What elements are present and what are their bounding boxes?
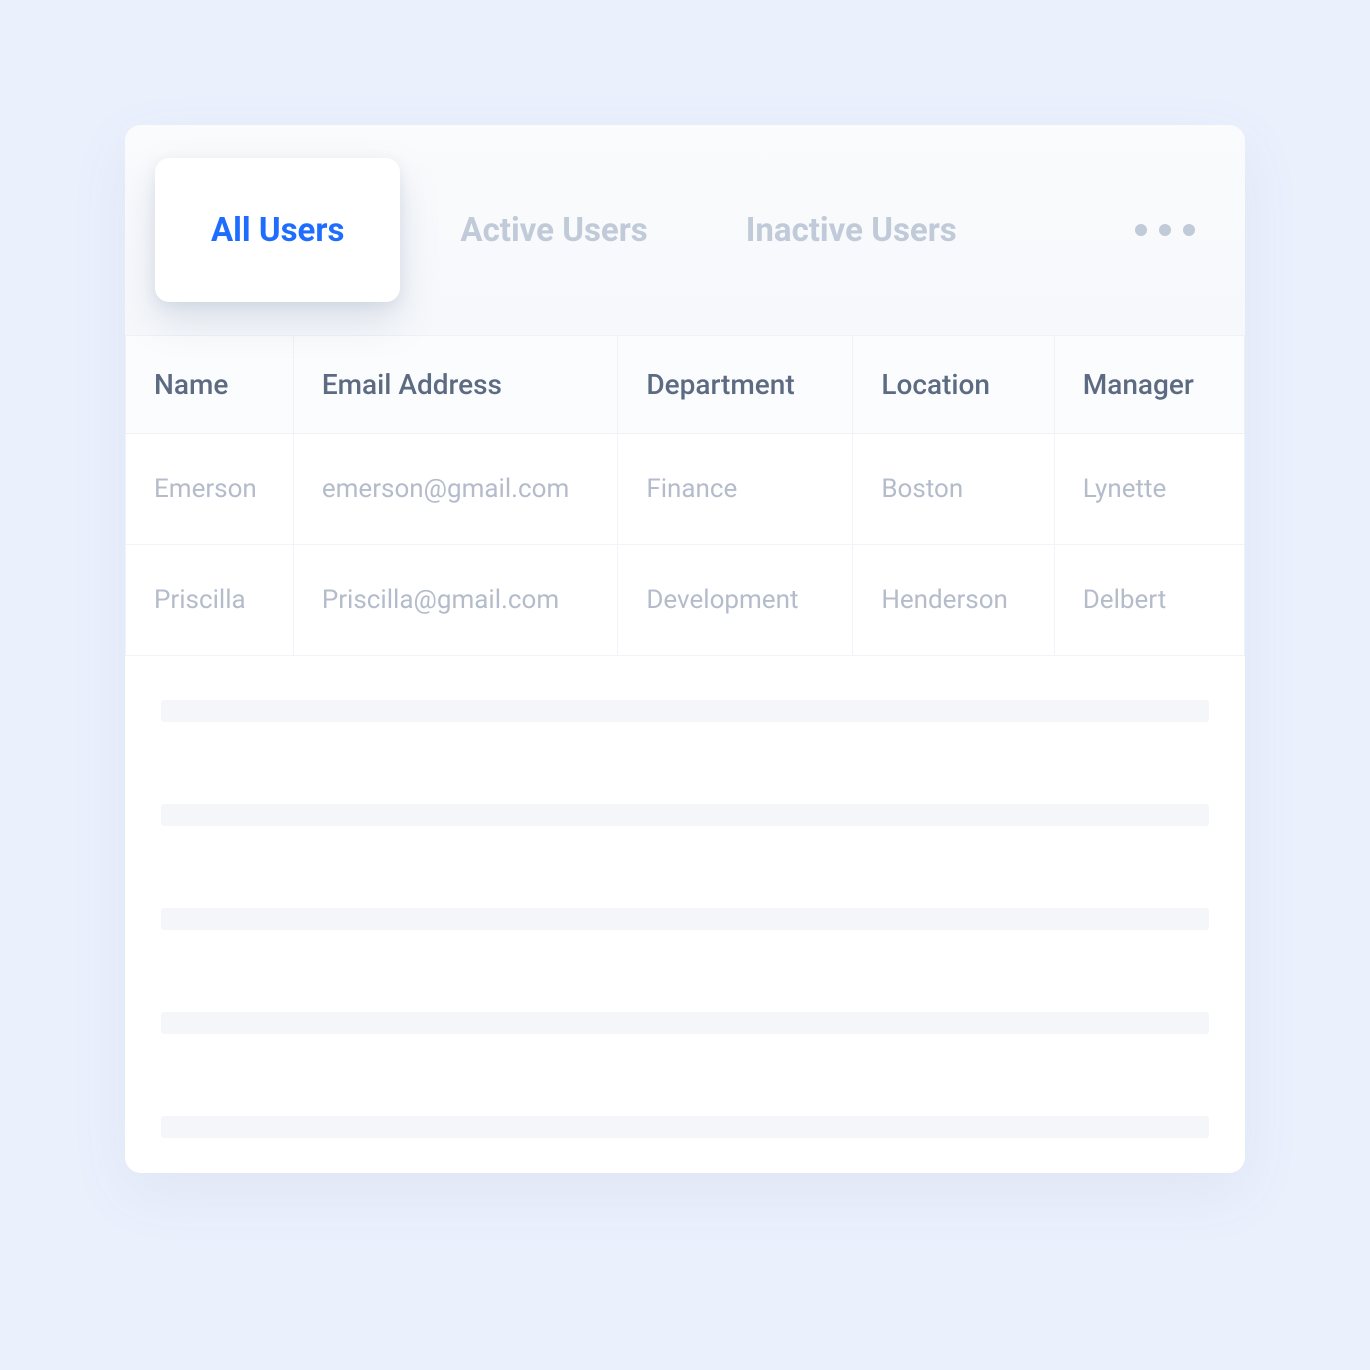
- cell-location: Boston: [853, 434, 1054, 545]
- cell-department: Finance: [618, 434, 853, 545]
- cell-email: Priscilla@gmail.com: [293, 545, 618, 656]
- placeholder-row: [161, 700, 1209, 722]
- col-header-name: Name: [126, 336, 294, 434]
- placeholder-row: [161, 1012, 1209, 1034]
- placeholder-section: [125, 656, 1245, 1138]
- users-panel: All Users Active Users Inactive Users Na…: [125, 125, 1245, 1173]
- table-row[interactable]: Priscilla Priscilla@gmail.com Developmen…: [126, 545, 1245, 656]
- cell-manager: Delbert: [1054, 545, 1244, 656]
- tab-inactive-users[interactable]: Inactive Users: [708, 170, 995, 290]
- users-table-wrap: Name Email Address Department Location M…: [125, 335, 1245, 656]
- col-header-department: Department: [618, 336, 853, 434]
- tab-active-users[interactable]: Active Users: [422, 170, 685, 290]
- table-row[interactable]: Emerson emerson@gmail.com Finance Boston…: [126, 434, 1245, 545]
- placeholder-row: [161, 804, 1209, 826]
- cell-email: emerson@gmail.com: [293, 434, 618, 545]
- users-table: Name Email Address Department Location M…: [125, 335, 1245, 656]
- col-header-email: Email Address: [293, 336, 618, 434]
- col-header-location: Location: [853, 336, 1054, 434]
- more-horizontal-icon[interactable]: [1135, 224, 1195, 236]
- cell-location: Henderson: [853, 545, 1054, 656]
- placeholder-row: [161, 908, 1209, 930]
- cell-name: Emerson: [126, 434, 294, 545]
- placeholder-row: [161, 1116, 1209, 1138]
- tab-all-users[interactable]: All Users: [155, 158, 400, 302]
- cell-department: Development: [618, 545, 853, 656]
- table-header-row: Name Email Address Department Location M…: [126, 336, 1245, 434]
- col-header-manager: Manager: [1054, 336, 1244, 434]
- cell-name: Priscilla: [126, 545, 294, 656]
- tabs-bar: All Users Active Users Inactive Users: [125, 125, 1245, 335]
- cell-manager: Lynette: [1054, 434, 1244, 545]
